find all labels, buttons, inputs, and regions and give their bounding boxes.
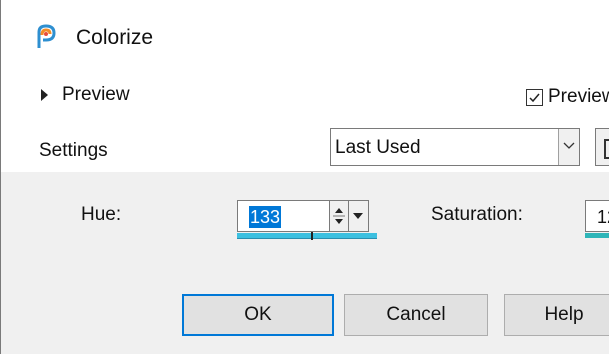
expand-triangle-icon — [41, 89, 48, 101]
title-bar: Colorize — [1, 0, 609, 72]
settings-label: Settings — [39, 140, 108, 161]
settings-row: Settings Last Used — [1, 124, 609, 174]
hue-slider-marker[interactable] — [311, 232, 313, 240]
preview-row: Preview Preview — [1, 78, 609, 110]
hue-input[interactable]: 133 — [237, 200, 329, 232]
hue-input-value: 133 — [249, 206, 282, 228]
saturation-label: Saturation: — [431, 204, 523, 225]
preset-dropdown-value: Last Used — [335, 137, 421, 158]
cancel-button[interactable]: Cancel — [344, 294, 488, 336]
app-logo-icon — [35, 24, 57, 50]
hue-label: Hue: — [81, 204, 122, 225]
saturation-input-value: 12 — [597, 207, 609, 227]
preset-options-button[interactable] — [595, 128, 609, 166]
hue-field: 133 — [237, 200, 377, 240]
ok-button[interactable]: OK — [182, 294, 334, 336]
chevron-down-icon — [563, 142, 575, 149]
saturation-input[interactable]: 12 — [585, 200, 609, 232]
checkmark-icon — [529, 93, 540, 102]
preview-expander-label: Preview — [62, 84, 130, 105]
preset-dropdown[interactable]: Last Used — [330, 128, 580, 166]
hue-spinner[interactable] — [329, 200, 349, 232]
help-button[interactable]: Help — [504, 294, 609, 336]
preview-checkbox-label: Preview — [548, 86, 609, 107]
bracket-icon — [604, 139, 609, 159]
preview-expander[interactable]: Preview — [41, 84, 130, 106]
preview-checkbox[interactable] — [526, 88, 543, 106]
hue-slider-dropdown[interactable] — [349, 200, 369, 232]
spin-up-down-icon — [333, 208, 345, 224]
saturation-slider-track[interactable] — [585, 233, 609, 238]
window-title: Colorize — [76, 26, 154, 49]
colorize-dialog: Colorize Preview Preview Settings Last U… — [0, 0, 609, 354]
hue-slider-track[interactable] — [237, 233, 377, 239]
dropdown-arrow-button[interactable] — [558, 129, 579, 165]
preview-checkbox-group[interactable]: Preview — [526, 86, 609, 108]
triangle-down-icon — [353, 213, 363, 219]
settings-panel: Hue: 133 Saturation: 12 — [1, 172, 609, 354]
